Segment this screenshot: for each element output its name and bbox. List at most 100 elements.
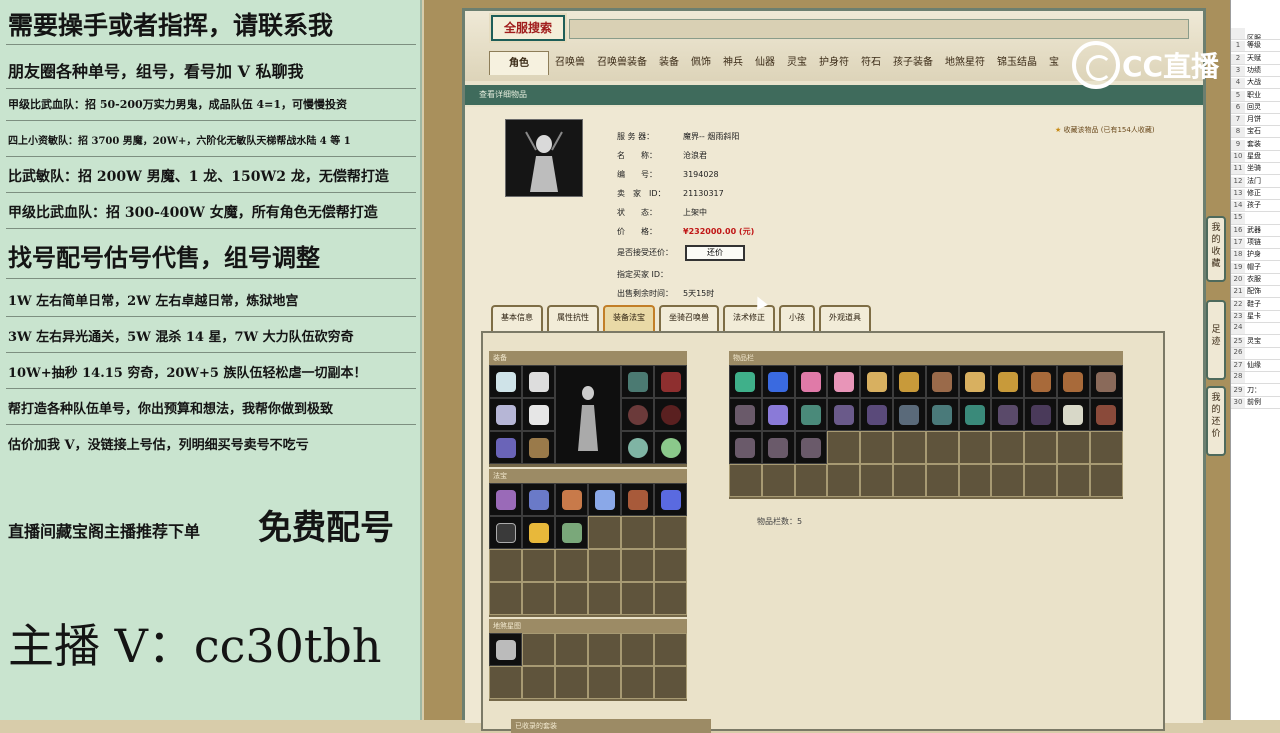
item-slot[interactable] [761, 365, 795, 398]
fabao-slot[interactable] [555, 516, 588, 549]
sheet-row[interactable]: 18 护身 [1231, 249, 1280, 262]
item-slot[interactable] [827, 398, 861, 431]
sheet-row[interactable]: 30 前例 [1231, 397, 1280, 409]
item-slot[interactable] [892, 464, 926, 497]
dixing-slot[interactable] [489, 633, 522, 666]
sheet-row[interactable]: 20 衣服 [1231, 274, 1280, 286]
item-slot[interactable] [958, 464, 992, 497]
dixing-slot[interactable] [522, 633, 555, 666]
dixing-slot[interactable] [489, 666, 522, 699]
sheet-row[interactable]: 25 灵宝 [1231, 336, 1280, 348]
dixing-slot[interactable] [555, 666, 588, 699]
fabao-slot[interactable] [588, 483, 621, 516]
item-slot[interactable] [827, 365, 861, 398]
tab-treasure[interactable]: 宝 [1043, 51, 1065, 75]
tab-divine-weapon[interactable]: 神兵 [717, 51, 749, 75]
item-slot[interactable] [729, 365, 762, 398]
tab-basic-info[interactable]: 基本信息 [491, 305, 543, 331]
item-slot[interactable] [1089, 464, 1123, 497]
sheet-row[interactable]: 16 武器 [1231, 225, 1280, 237]
sheet-cell[interactable] [1245, 323, 1247, 331]
item-slot[interactable] [1024, 431, 1057, 464]
sheet-cell[interactable]: 项链 [1245, 238, 1261, 246]
footprint-tab[interactable]: 足迹 [1206, 300, 1226, 380]
tab-character[interactable]: 角色 [489, 51, 549, 75]
fabao-slot[interactable] [588, 582, 621, 615]
dixing-slot[interactable] [621, 666, 654, 699]
item-slot[interactable] [991, 365, 1025, 398]
item-slot[interactable] [729, 464, 762, 497]
dixing-slot[interactable] [621, 633, 654, 666]
equip-slot[interactable] [489, 365, 522, 398]
tab-spirit[interactable]: 灵宝 [781, 51, 813, 75]
fabao-slot[interactable] [489, 549, 522, 582]
item-slot[interactable] [991, 398, 1025, 431]
bargain-button[interactable]: 还价 [685, 245, 745, 261]
sheet-cell[interactable]: 功绩 [1245, 66, 1261, 74]
sheet-row[interactable]: 区服 [1231, 28, 1280, 40]
item-slot[interactable] [958, 365, 992, 398]
sheet-row[interactable]: 27 仙缘 [1231, 360, 1280, 373]
tab-pet[interactable]: 召唤兽 [549, 51, 591, 75]
sheet-row[interactable]: 2 天赋 [1231, 53, 1280, 65]
item-slot[interactable] [729, 431, 762, 464]
fabao-slot[interactable] [555, 549, 588, 582]
sheet-cell[interactable]: 帽子 [1245, 263, 1261, 271]
my-favorites-tab[interactable]: 我的收藏 [1206, 216, 1226, 282]
sheet-cell[interactable]: 法门 [1245, 177, 1261, 185]
fabao-slot[interactable] [489, 483, 522, 516]
item-slot[interactable] [761, 464, 795, 497]
sheet-row[interactable]: 5 职业 [1231, 90, 1280, 102]
dixing-slot[interactable] [555, 633, 588, 666]
sheet-row[interactable]: 11 坐骑 [1231, 163, 1280, 176]
sheet-cell[interactable]: 仙缘 [1245, 361, 1261, 369]
sheet-cell[interactable]: 回灵 [1245, 103, 1261, 111]
sheet-cell[interactable]: 套装 [1245, 140, 1261, 148]
sheet-cell[interactable]: 坐骑 [1245, 164, 1261, 172]
equip-slot[interactable] [522, 431, 555, 464]
sheet-cell[interactable]: 宝石 [1245, 127, 1261, 135]
fabao-slot[interactable] [522, 483, 555, 516]
item-slot[interactable] [761, 398, 795, 431]
tab-accessory[interactable]: 佩饰 [685, 51, 717, 75]
equip-slot[interactable] [654, 431, 687, 464]
sheet-row[interactable]: 17 项链 [1231, 237, 1280, 250]
item-slot[interactable] [794, 464, 828, 497]
item-slot[interactable] [1056, 365, 1090, 398]
tab-immortal[interactable]: 仙器 [749, 51, 781, 75]
tab-child-equip[interactable]: 孩子装备 [887, 51, 939, 75]
item-slot[interactable] [958, 398, 992, 431]
tab-amulet[interactable]: 护身符 [813, 51, 855, 75]
equip-slot[interactable] [621, 365, 654, 398]
item-slot[interactable] [1089, 431, 1123, 464]
item-slot[interactable] [925, 365, 959, 398]
fabao-slot[interactable] [555, 483, 588, 516]
item-slot[interactable] [827, 464, 861, 497]
sheet-row[interactable]: 15 [1231, 212, 1280, 225]
item-slot[interactable] [892, 398, 926, 431]
item-slot[interactable] [1056, 464, 1090, 497]
tab-star-rune[interactable]: 地煞星符 [939, 51, 991, 75]
equip-slot[interactable] [522, 365, 555, 398]
sheet-row[interactable]: 9 套装 [1231, 139, 1280, 151]
sheet-row[interactable]: 21 配饰 [1231, 286, 1280, 299]
sheet-cell[interactable]: 灵宝 [1245, 337, 1261, 345]
tab-spell-fix[interactable]: 法术修正 [723, 305, 775, 331]
fabao-slot[interactable] [522, 549, 555, 582]
sheet-cell[interactable]: 武器 [1245, 226, 1261, 234]
sheet-cell[interactable]: 等级 [1245, 41, 1261, 49]
equip-slot[interactable] [654, 365, 687, 398]
dixing-slot[interactable] [654, 633, 687, 666]
equip-slot[interactable] [621, 431, 654, 464]
item-slot[interactable] [1089, 398, 1123, 431]
item-slot[interactable] [1089, 365, 1123, 398]
fabao-slot[interactable] [621, 483, 654, 516]
fabao-slot[interactable] [621, 549, 654, 582]
sheet-cell[interactable]: 鞋子 [1245, 300, 1261, 308]
fabao-slot[interactable] [654, 483, 687, 516]
item-slot[interactable] [958, 431, 992, 464]
sheet-cell[interactable]: 天赋 [1245, 54, 1261, 62]
sheet-row[interactable]: 14 孩子 [1231, 200, 1280, 213]
item-slot[interactable] [892, 431, 926, 464]
sheet-row[interactable]: 7 月饼 [1231, 114, 1280, 127]
